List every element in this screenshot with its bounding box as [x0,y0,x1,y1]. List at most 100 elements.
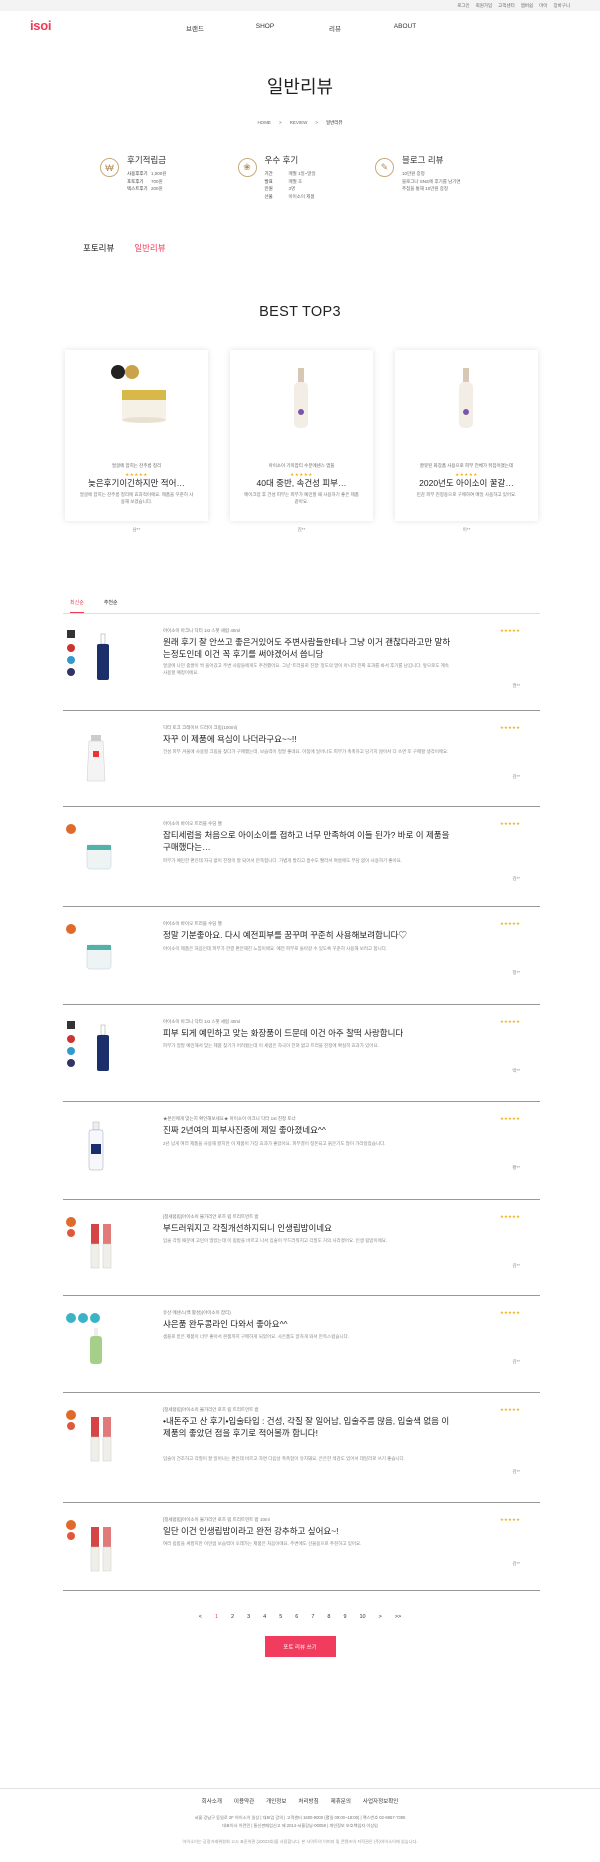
page-number[interactable]: 8 [327,1614,330,1620]
nav-item-brand[interactable]: 브랜드 [160,23,230,33]
membership-link[interactable]: 멤버쉽 [521,3,533,9]
login-link[interactable]: 로그인 [457,3,469,9]
main-nav: isoi 브랜드 SHOP 리뷰 ABOUT [0,11,600,45]
page-last[interactable]: >> [395,1614,401,1620]
best-description: 얼굴에 잡히는 잔주름 정리에 효과적이에요. 제품을 꾸준히 사용해 보겠습니… [79,492,194,504]
product-thumbnail [66,1313,102,1364]
rating-stars: ★★★★★ [499,1407,520,1412]
review-author: 김** [512,1469,520,1474]
review-item[interactable]: 닥터 토크 크레이브 드라이 크림(100ml) ★★★★★ 자꾸 이 제품에 … [63,711,540,807]
sort-latest[interactable]: 최신순 [70,599,84,613]
page-number[interactable]: 5 [279,1614,282,1620]
best-card[interactable]: 얼굴에 잡히는 잔주름 정리 ★★★★★ 늦은후기이긴하지만 적어… 얼굴에 잡… [65,350,208,532]
product-thumbnail [66,1520,112,1572]
tab-general-review[interactable]: 일반리뷰 [134,242,165,254]
review-author: 박** [512,1068,520,1073]
benefit-blog-review: ✎ 블로그 리뷰 10만원 증정 블로그나 SNS에 후기를 남기면 추첨을 통… [375,154,505,200]
product-jar-image [111,365,166,423]
review-option: 아이소이 아크니 닥터 1st 스팟 세럼 40ml [163,1019,241,1024]
review-author: 권** [512,683,520,688]
best-author: 남** [132,527,141,532]
nav-item-about[interactable]: ABOUT [370,23,440,33]
sort-recommended[interactable]: 추천순 [104,599,118,613]
review-item[interactable]: 아이소이 바이오 트러블 수딩 젤 ★★★★★ 정말 기분좋아요. 다시 예전피… [63,907,540,1005]
benefit-title: 후기적립금 [127,155,167,165]
footer-link-privacy[interactable]: 개인정보 [266,1797,286,1805]
page-number[interactable]: 6 [295,1614,298,1620]
coin-icon: ₩ [100,158,119,177]
review-body: 입술이 건조하고 각질이 잘 일어나는 편인데 바르고 자면 다음날 촉촉함이 … [163,1456,405,1461]
rating-stars: ★★★★★ [499,628,520,633]
page-number[interactable]: 1 [215,1614,218,1620]
page-title: 일반리뷰 [266,77,334,97]
tab-photo-review[interactable]: 포토리뷰 [83,242,114,254]
review-body: 피부가 정말 예민해서 맞는 제품 찾기가 어려웠는데 이 세럼은 자극이 전혀… [163,1043,379,1048]
breadcrumb-separator: > [315,120,318,125]
footer-link-company[interactable]: 회사소개 [202,1797,222,1805]
gift-icon: ❀ [237,158,257,177]
product-ampoule-image [294,368,308,428]
best-card[interactable]: 아이소이 기미잡티 수분에센스 앰플 ★★★★★ 40대 중반, 속건성 피부…… [230,350,373,532]
review-title: 잡티세럼을 처음으로 아이소이를 접하고 너무 만족하여 이들 된가? 바로 이… [163,830,450,852]
review-title: 일단 이건 인생립밤이라고 완전 강추하고 싶어요~! [163,1526,339,1536]
customer-center-link[interactable]: 고객센터 [498,3,515,9]
product-thumbnail [66,924,112,970]
review-author: 황** [512,1165,520,1170]
page-number[interactable]: 9 [343,1614,346,1620]
write-review-button[interactable]: 포토 리뷰 쓰기 [264,1636,336,1657]
best-author: 이** [462,527,471,532]
best-subtitle: 아이소이 기미잡티 수분에센스 앰플 [268,463,335,468]
benefit-best-review: ❀ 우수 후기 기간 매월 1일~말일 발표 매월 초 인원 3명 선물 아이소이 제품 [237,154,368,200]
best-subtitle: 얼굴에 잡히는 잔주름 정리 [111,463,162,468]
review-item[interactable]: 아이소이 아크니 닥터 1st 스팟 세럼 40ml ★★★★★ 피부 되게 예… [63,1005,540,1102]
page-number[interactable]: 2 [231,1614,234,1620]
review-item[interactable]: [정세럼립]아이소이 불가리안 로즈 립 트리트먼트 밤 ★★★★★ 부드러워지… [63,1200,540,1296]
footer-link-partnership[interactable]: 제휴문의 [331,1797,351,1805]
review-item[interactable]: [정세럼립]아이소이 불가리안 로즈 립 트리트먼트 밤 ★★★★★ •내돈주고… [63,1393,540,1503]
footer-link-business-info[interactable]: 사업자정보확인 [363,1797,398,1805]
page-number[interactable]: 10 [360,1614,366,1620]
review-item[interactable]: ★본인에게 맞는지 확인해보세요★ 아이소이 아크니 닥터 1st 진정 토너 … [63,1102,540,1200]
footer-link-processing[interactable]: 처리방침 [298,1797,318,1805]
signup-link[interactable]: 회원가입 [476,3,493,9]
footer-links: 회사소개 이용약관 개인정보 처리방침 제휴문의 사업자정보확인 [0,1797,600,1805]
breadcrumb-home[interactable]: HOME [257,120,271,126]
review-option: 아이소이 아크니 닥터 1st 스팟 세럼 40ml [163,628,241,633]
best-list: 얼굴에 잡히는 잔주름 정리 ★★★★★ 늦은후기이긴하지만 적어… 얼굴에 잡… [65,350,600,532]
review-item[interactable]: 아이소이 아크니 닥터 1st 스팟 세럼 40ml ★★★★★ 원래 후기 잘… [63,614,540,711]
nav-item-review[interactable]: 리뷰 [300,23,370,33]
footer: 회사소개 이용약관 개인정보 처리방침 제휴문의 사업자정보확인 서울 강남구 … [0,1788,600,1845]
review-item[interactable]: 유산 에센스(백 활성)(아이소이 잡티) ★★★★★ 샤은품 완두콩라인 다와… [63,1296,540,1393]
review-title: 부드러워지고 각질개선하지되니 인생립밤이네요 [163,1223,332,1233]
review-title: 자꾸 이 제품에 욕심이 나더라구요~~!! [163,734,297,744]
page-number[interactable]: 4 [263,1614,266,1620]
best-title: 40대 중반, 속건성 피부… [256,478,347,488]
product-thumbnail [67,1021,109,1071]
review-item[interactable]: 아이소이 바이오 트러블 수딩 젤 ★★★★★ 잡티세럼을 처음으로 아이소이를… [63,807,540,907]
nav-item-shop[interactable]: SHOP [230,23,300,33]
rating-stars: ★★★★★ [499,1517,520,1522]
review-option: [정세럼립]아이소이 불가리안 로즈 립 트리트먼트 밤 [163,1407,259,1412]
page-prev[interactable]: < [199,1614,202,1620]
review-author: 김** [512,876,520,881]
sort-tabs: 최신순 추천순 [70,599,600,613]
review-option: [정세럼립]아이소이 불가리안 로즈 립 트리트먼트 밤 10ml [163,1517,270,1522]
best-subtitle: 잘못된 화장품 사용으로 피부 전체가 뒤집어졌는데 [419,463,514,468]
page-next[interactable]: > [379,1614,382,1620]
review-author: 김** [512,1263,520,1268]
review-body: 입술 각질 때문에 고민이 많았는데 이 립밤을 바르고 나서 입술이 부드러워… [163,1238,388,1243]
mypage-link[interactable]: 마이 [539,3,547,9]
page-number[interactable]: 7 [311,1614,314,1620]
review-body: 건성 피부 겨울에 사용할 크림을 찾다가 구매했는데, 보습력이 정말 좋네요… [163,749,449,754]
review-option: [정세럼립]아이소이 불가리안 로즈 립 트리트먼트 밤 [163,1214,259,1219]
cart-link[interactable]: 장바구니 [553,3,570,9]
best-card[interactable]: 잘못된 화장품 사용으로 피부 전체가 뒤집어졌는데 ★★★★★ 2020년도 … [395,350,538,532]
breadcrumb-review[interactable]: REVIEW [290,120,308,126]
page-number[interactable]: 3 [247,1614,250,1620]
review-body: 여러 립밤을 써봤지만 이만큼 보습력이 오래가는 제품은 처음이에요. 주변에… [163,1541,362,1546]
rating-stars: ★★★★★ [499,1214,520,1219]
review-item[interactable]: [정세럼립]아이소이 불가리안 로즈 립 트리트먼트 밤 10ml ★★★★★ … [63,1503,540,1591]
breadcrumb-current: 일반리뷰 [325,120,343,125]
footer-link-terms[interactable]: 이용약관 [234,1797,254,1805]
best-description: 메이크업 후 건성 피부는 피부가 예민할 때 사용하기 좋은 제품 같아요. [244,492,359,504]
